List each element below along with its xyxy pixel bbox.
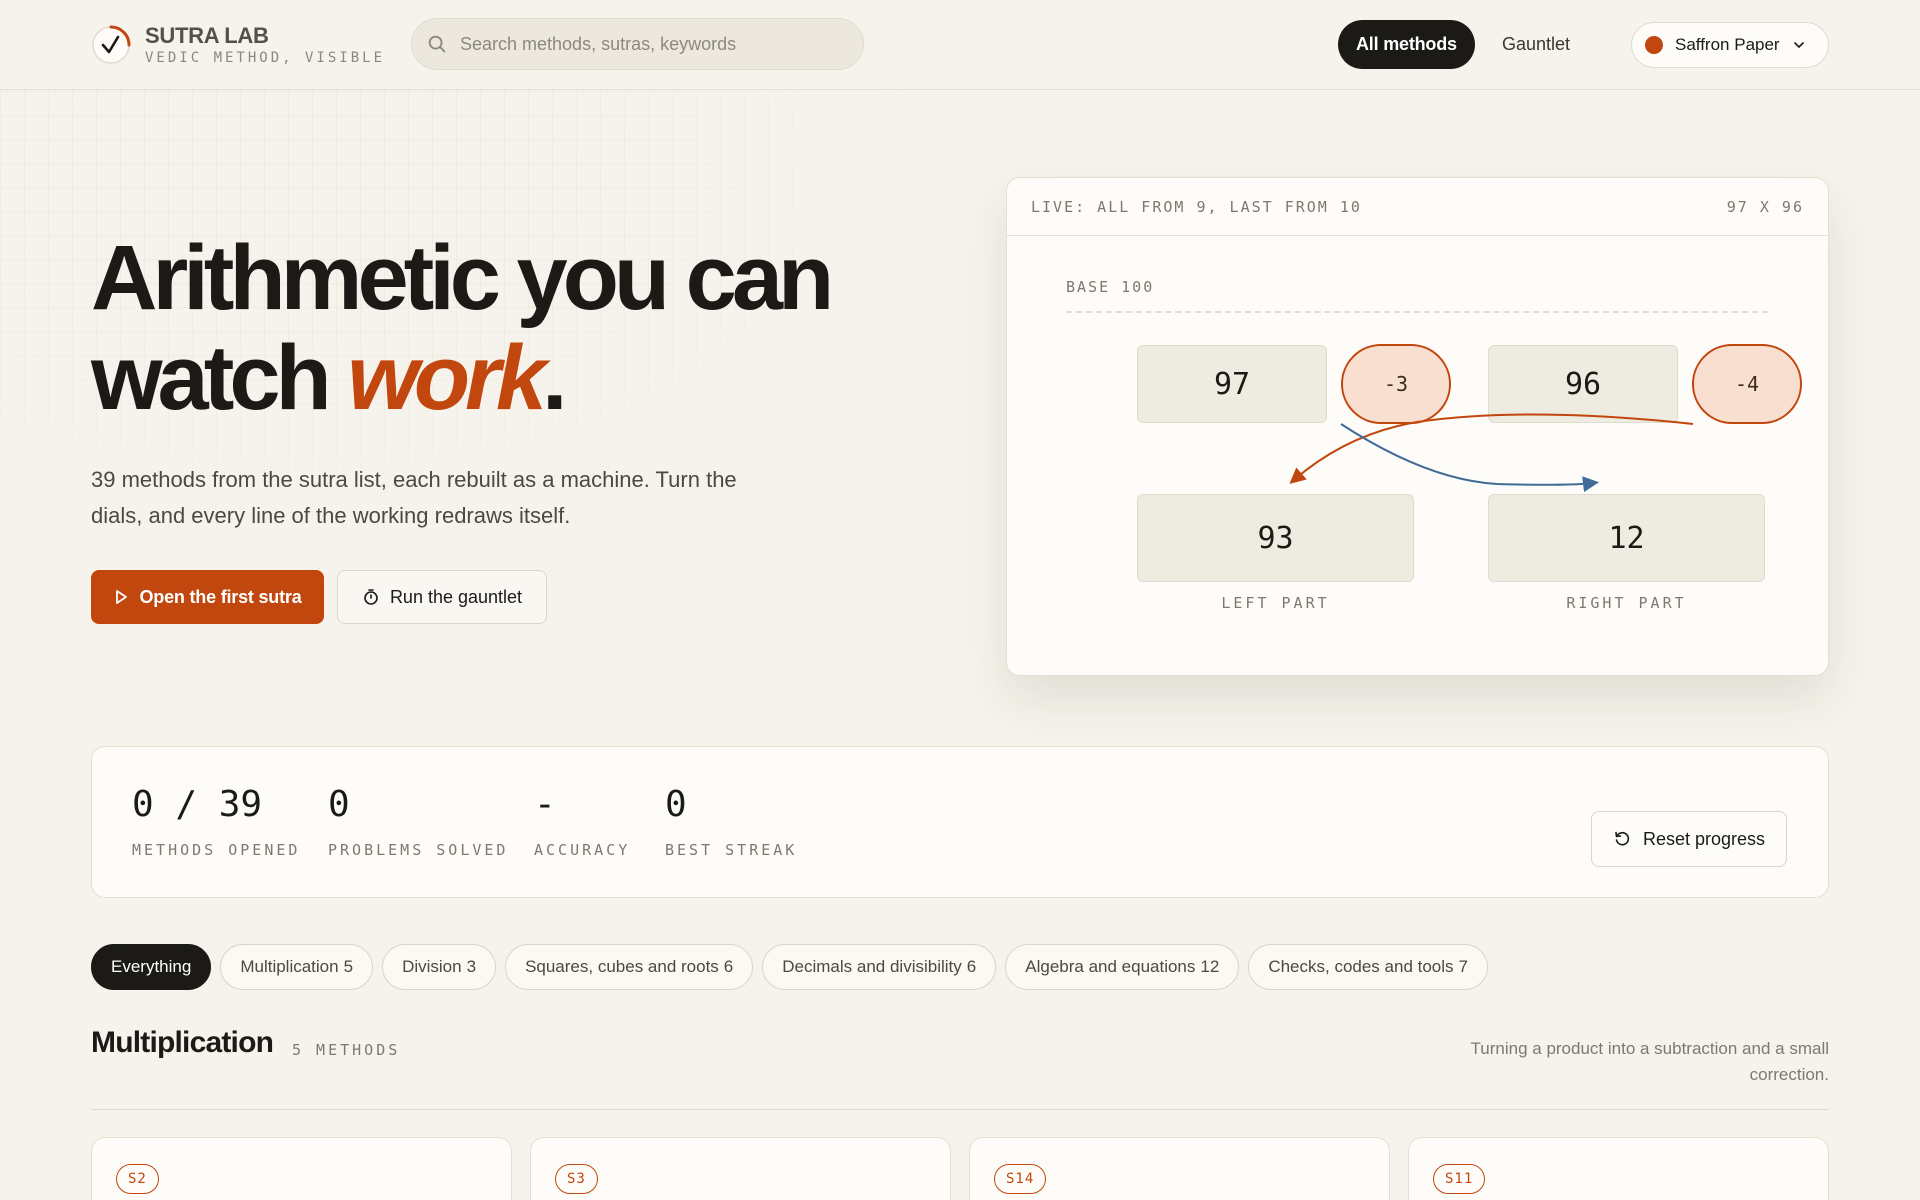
section-description: Turning a product into a subtraction and…	[1470, 1039, 1829, 1084]
method-card[interactable]: S2	[91, 1137, 512, 1200]
filter-label: Multiplication	[240, 957, 339, 976]
hero-title: Arithmetic you can watch work.	[91, 228, 911, 428]
filter-decimals-divisibility[interactable]: Decimals and divisibility 6	[762, 944, 997, 990]
brand-subtitle: VEDIC METHOD, VISIBLE	[145, 50, 386, 66]
search-input[interactable]	[460, 33, 840, 55]
filter-label: Squares, cubes and roots	[525, 957, 719, 976]
demo-divider	[1066, 311, 1768, 313]
stat-accuracy-value: -	[534, 784, 556, 825]
filter-multiplication[interactable]: Multiplication 5	[220, 944, 374, 990]
filter-everything[interactable]: Everything	[91, 944, 212, 990]
method-tag: S3	[555, 1164, 598, 1194]
stat-problems-solved-value: 0	[328, 784, 350, 825]
filter-count: 6	[723, 957, 734, 976]
filter-count: 5	[343, 957, 354, 976]
theme-color-swatch	[1645, 36, 1663, 54]
theme-label: Saffron Paper	[1675, 35, 1780, 54]
section-title: Multiplication	[91, 1026, 274, 1059]
progress-stats-panel: 0 / 39 METHODS OPENED 0 PROBLEMS SOLVED …	[91, 746, 1829, 898]
demo-left-part: 93	[1137, 494, 1414, 582]
nav-gauntlet[interactable]: Gauntlet	[1502, 20, 1570, 69]
section-divider	[91, 1109, 1829, 1110]
stat-methods-opened-value: 0 / 39	[132, 784, 263, 825]
filter-checks-codes-tools[interactable]: Checks, codes and tools 7	[1248, 944, 1488, 990]
hero-title-line2: watch	[91, 327, 348, 429]
stat-best-streak: 0 BEST STREAK	[665, 784, 798, 860]
stat-problems-solved: 0 PROBLEMS SOLVED	[328, 784, 509, 860]
demo-problem: 97 X 96	[1726, 198, 1804, 216]
filter-division[interactable]: Division 3	[382, 944, 497, 990]
search-icon	[428, 35, 446, 53]
filter-squares-cubes-roots[interactable]: Squares, cubes and roots 6	[505, 944, 754, 990]
category-filters: Everything Multiplication 5 Division 3 Squ…	[91, 944, 1488, 990]
stat-best-streak-value: 0	[665, 784, 687, 825]
chevron-down-icon	[1793, 42, 1804, 48]
filter-count: 6	[966, 957, 977, 976]
filter-count: 7	[1458, 957, 1468, 976]
run-gauntlet-button[interactable]: Run the gauntlet	[337, 570, 547, 624]
live-demo-card: LIVE: ALL FROM 9, LAST FROM 10 97 X 96 B…	[1006, 177, 1829, 676]
cross-arrow-orange	[1289, 413, 1694, 484]
stat-methods-opened: 0 / 39 METHODS OPENED	[132, 784, 301, 860]
play-icon	[116, 590, 128, 604]
top-header: SUTRA LAB VEDIC METHOD, VISIBLE All meth…	[0, 0, 1920, 90]
demo-base-label: BASE 100	[1066, 278, 1155, 296]
method-tag: S2	[116, 1164, 159, 1194]
stat-best-streak-label: BEST STREAK	[665, 841, 798, 859]
demo-right-part-label: RIGHT PART	[1566, 594, 1687, 612]
hero-title-period: .	[542, 327, 567, 429]
section-method-count: 5 METHODS	[292, 1041, 401, 1059]
method-card[interactable]: S11	[1408, 1137, 1829, 1200]
method-tag: S14	[994, 1164, 1047, 1194]
brand-title: SUTRA LAB	[145, 23, 269, 48]
filter-label: Algebra and equations	[1025, 957, 1196, 976]
cross-arrow-blue	[1340, 423, 1599, 493]
filter-count: 12	[1200, 957, 1220, 976]
demo-number-b[interactable]: 96	[1488, 345, 1678, 423]
demo-deviation-b: -4	[1692, 344, 1802, 424]
reset-progress-label: Reset progress	[1642, 828, 1766, 849]
logo-checkmark-icon	[92, 25, 131, 64]
open-first-sutra-button[interactable]: Open the first sutra	[91, 570, 324, 624]
stat-accuracy: - ACCURACY	[534, 784, 631, 860]
demo-deviation-a: -3	[1341, 344, 1451, 424]
filter-count: 3	[466, 957, 477, 976]
filter-label: Checks, codes and tools	[1268, 957, 1454, 976]
demo-header: LIVE: ALL FROM 9, LAST FROM 10 97 X 96	[1007, 178, 1828, 236]
method-card[interactable]: S14	[969, 1137, 1390, 1200]
stopwatch-icon	[364, 589, 378, 605]
theme-select[interactable]: Saffron Paper	[1631, 22, 1829, 68]
open-first-sutra-label: Open the first sutra	[139, 586, 302, 607]
run-gauntlet-label: Run the gauntlet	[389, 586, 523, 607]
brand[interactable]: SUTRA LAB VEDIC METHOD, VISIBLE	[91, 24, 385, 66]
search-box[interactable]	[411, 18, 864, 70]
method-tag: S11	[1433, 1164, 1486, 1194]
demo-live-label: LIVE: ALL FROM 9, LAST FROM 10	[1031, 198, 1362, 216]
hero-title-line1: Arithmetic you can	[91, 227, 834, 329]
reset-progress-button[interactable]: Reset progress	[1591, 811, 1787, 867]
filter-label: Decimals and divisibility	[782, 957, 962, 976]
reset-icon	[1615, 831, 1630, 846]
demo-number-a[interactable]: 97	[1137, 345, 1327, 423]
hero-title-accent: work	[347, 327, 547, 429]
method-card[interactable]: S3	[530, 1137, 951, 1200]
filter-algebra-equations[interactable]: Algebra and equations 12	[1005, 944, 1240, 990]
demo-left-part-label: LEFT PART	[1221, 594, 1330, 612]
stat-methods-opened-label: METHODS OPENED	[132, 841, 301, 859]
filter-label: Division	[402, 957, 462, 976]
stat-problems-solved-label: PROBLEMS SOLVED	[328, 841, 509, 859]
demo-right-part: 12	[1488, 494, 1765, 582]
nav-all-methods[interactable]: All methods	[1338, 20, 1475, 69]
brand-text: SUTRA LAB VEDIC METHOD, VISIBLE	[145, 23, 386, 67]
filter-label: Everything	[111, 957, 192, 976]
stat-accuracy-label: ACCURACY	[534, 841, 631, 859]
hero-description: 39 methods from the sutra list, each reb…	[91, 467, 737, 528]
